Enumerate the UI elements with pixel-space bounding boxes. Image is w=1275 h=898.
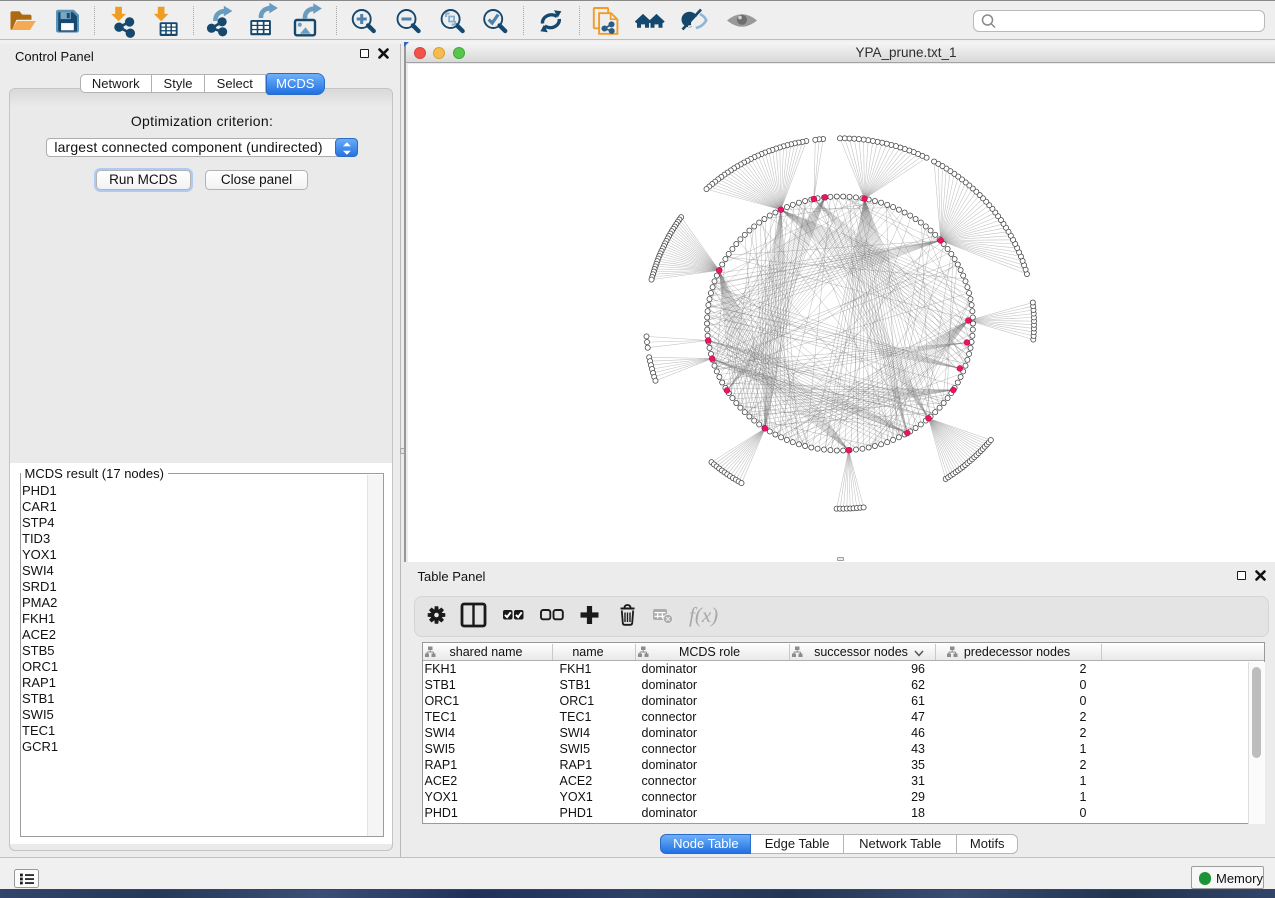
svg-text:f(x): f(x) <box>689 603 718 627</box>
